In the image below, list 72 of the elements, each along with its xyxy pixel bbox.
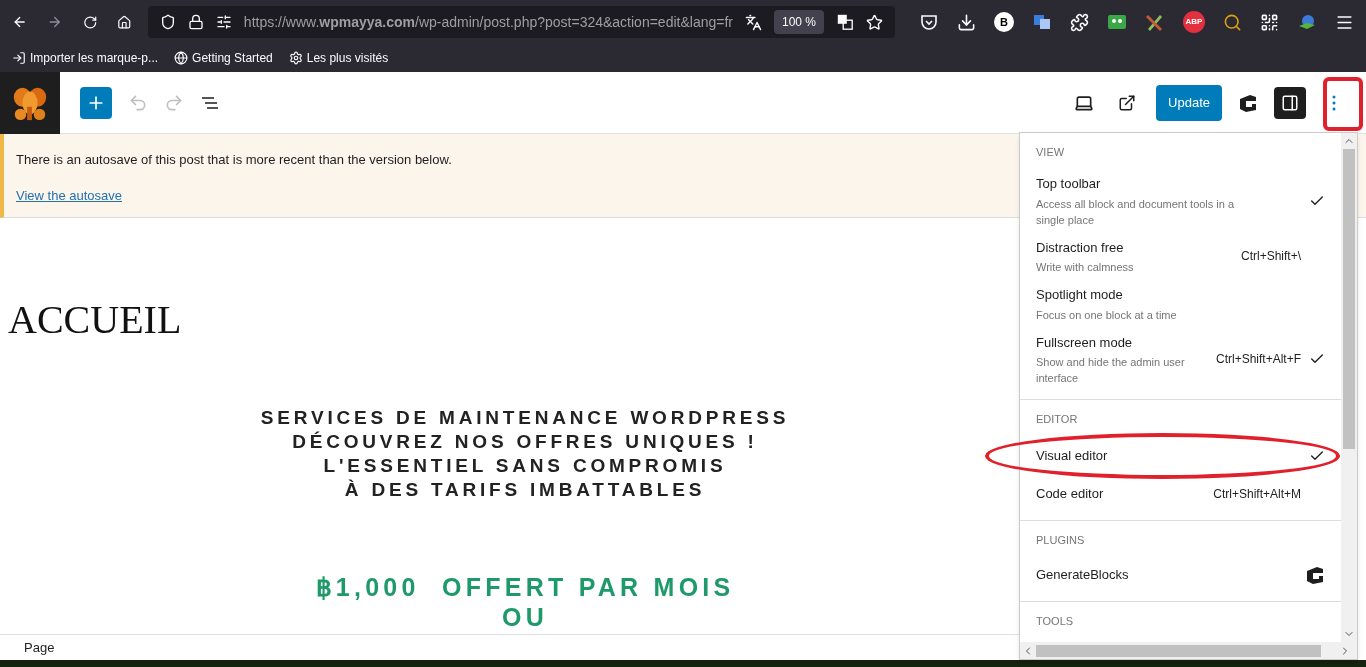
item-label: Code editor: [1036, 484, 1105, 503]
url-text: https://www.wpmayya.com/wp-admin/post.php?post=324&action=edit&lang=fr: [243, 12, 733, 32]
section-heading: VIEW: [1036, 145, 1066, 159]
item-label: Fullscreen mode: [1036, 333, 1134, 352]
add-block-button[interactable]: [80, 86, 112, 119]
menu-item[interactable]: Fullscreen mode Show and hide the admin user interface Ctrl+Shift+Alt+F: [1036, 327, 1325, 391]
reader-view-icon[interactable]: [836, 13, 854, 31]
item-label: Visual editor: [1036, 447, 1109, 465]
menu-item[interactable]: Spotlight mode Focus on one block at a time: [1036, 280, 1325, 328]
bookmark-link[interactable]: Getting Started: [192, 49, 273, 67]
generateblocks-icon: [1305, 564, 1325, 585]
puzzle-icon[interactable]: [1070, 12, 1089, 32]
qr-code-icon[interactable]: [1260, 12, 1279, 32]
home-icon[interactable]: [117, 13, 132, 31]
sidebar-icon: [1281, 93, 1299, 112]
section-heading: TOOLS: [1036, 613, 1075, 628]
pencil-icon[interactable]: [1145, 12, 1165, 32]
autosave-link[interactable]: View the autosave: [16, 185, 122, 205]
update-button[interactable]: Update: [1156, 84, 1222, 121]
keyboard-shortcut: Ctrl+Shift+\: [1240, 248, 1301, 266]
menu-item[interactable]: Distraction free Write with calmness Ctrl+Shift+\: [1036, 232, 1325, 280]
item-description: Focus on one block at a time: [1036, 307, 1178, 323]
item-description: Show and hide the admin user interface: [1036, 355, 1186, 386]
menu-item[interactable]: Code editor Ctrl+Shift+Alt+M: [1036, 475, 1325, 512]
gear-icon: [288, 51, 303, 65]
translate-icon[interactable]: [1032, 12, 1052, 32]
item-description: Write with calmness: [1036, 260, 1135, 275]
import-icon: [12, 51, 26, 65]
bookmark-link[interactable]: Importer les marque-p...: [30, 49, 159, 67]
keyboard-shortcut: Ctrl+Shift+Alt+M: [1213, 485, 1301, 503]
menu-item[interactable]: Top toolbar Access all block and document tools in a single place: [1036, 169, 1325, 233]
generateblocks-icon[interactable]: [1238, 92, 1258, 113]
breadcrumb-item[interactable]: Page: [24, 637, 55, 658]
adblock-badge[interactable]: ABP: [1183, 11, 1205, 33]
zoom-level[interactable]: 100 %: [774, 10, 824, 34]
menu-item[interactable]: Visual editor: [1036, 436, 1325, 476]
site-logo[interactable]: [0, 71, 60, 134]
item-description: Access all block and document tools in a single place: [1036, 196, 1236, 228]
item-label: Distraction free: [1036, 238, 1125, 257]
item-label: GenerateBlocks: [1036, 565, 1130, 584]
item-label: Top toolbar: [1036, 175, 1102, 193]
headline-line: DÉCOUVREZ NOS OFFRES UNIQUES !: [292, 430, 758, 454]
page-title[interactable]: ACCUEIL: [8, 290, 182, 350]
offer-line: OU: [502, 602, 548, 632]
cassette-icon[interactable]: [1107, 14, 1127, 30]
lock-icon[interactable]: [187, 14, 204, 30]
permissions-icon[interactable]: [215, 14, 232, 30]
extension-badge[interactable]: B: [994, 12, 1014, 32]
headline-line: L'ESSENTIEL SANS COMPROMIS: [323, 454, 727, 478]
keyboard-shortcut: Ctrl+Shift+Alt+F: [1215, 351, 1301, 369]
bookmark-link[interactable]: Les plus visités: [306, 49, 389, 67]
star-icon[interactable]: [866, 13, 883, 31]
address-bar[interactable]: https://www.wpmayya.com/wp-admin/post.php?post=324&action=edit&lang=fr 100 %: [147, 6, 895, 38]
download-icon[interactable]: [957, 12, 976, 32]
globe-icon[interactable]: [1297, 12, 1317, 32]
pocket-icon[interactable]: [919, 12, 939, 32]
translate-icon[interactable]: [745, 13, 762, 31]
item-label: Spotlight mode: [1036, 286, 1124, 304]
magnifier-icon[interactable]: [1223, 12, 1242, 32]
notice-text: There is an autosave of this post that is more recent than the version below.: [16, 151, 452, 169]
menu-item[interactable]: GenerateBlocks: [1036, 556, 1325, 593]
section-heading: PLUGINS: [1036, 532, 1086, 547]
globe-icon: [174, 51, 189, 65]
headline-line: À DES TARIFS IMBATTABLES: [344, 478, 706, 502]
reload-icon[interactable]: [82, 13, 98, 31]
settings-button[interactable]: [1274, 86, 1306, 119]
offer-line: ฿1,000 OFFERT PAR MOIS: [315, 572, 735, 602]
headline-line: SERVICES DE MAINTENANCE WORDPRESS: [260, 406, 790, 430]
shield-icon[interactable]: [159, 14, 176, 30]
more-icon: [1332, 94, 1336, 111]
section-heading: EDITOR: [1036, 412, 1079, 426]
external-link-icon[interactable]: [1118, 93, 1137, 112]
